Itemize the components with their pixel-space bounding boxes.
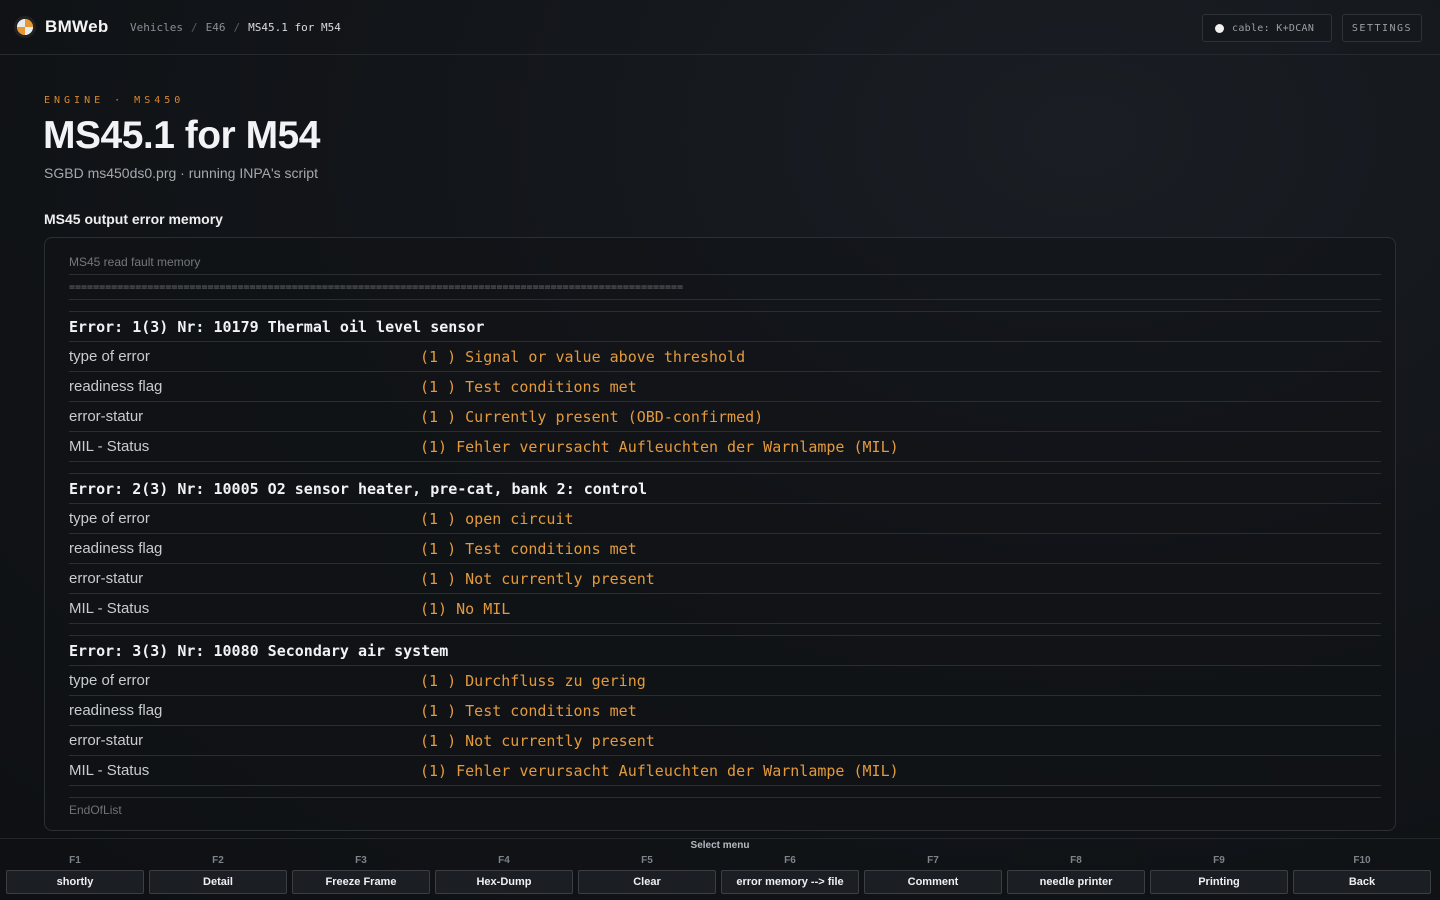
fkey-f10: F10 Back xyxy=(1293,855,1431,895)
field-key: error-statur xyxy=(69,732,144,749)
page-title: MS45.1 for M54 xyxy=(43,114,320,157)
error-memory-output: MS45 read fault memory =================… xyxy=(69,250,1381,823)
breadcrumb-separator: / xyxy=(233,21,241,34)
error-field-row: type of error (1 ) Signal or value above… xyxy=(69,342,1381,372)
field-key: error-statur xyxy=(69,408,144,425)
fkey-f5: F5 Clear xyxy=(578,855,716,895)
breadcrumb-item-e46[interactable]: E46 xyxy=(206,21,226,34)
field-value: (1 ) Durchfluss zu gering xyxy=(420,672,646,690)
cable-status-button[interactable]: cable: K+DCAN xyxy=(1202,14,1332,42)
fkey-f2: F2 Detail xyxy=(149,855,287,895)
error-field-row: error-statur (1 ) Currently present (OBD… xyxy=(69,402,1381,432)
output-gap xyxy=(69,786,1381,798)
fkeys-divider xyxy=(0,838,1440,839)
fkey-needle-printer-button[interactable]: needle printer xyxy=(1007,870,1145,894)
field-value: (1 ) open circuit xyxy=(420,510,574,528)
field-key: readiness flag xyxy=(69,378,163,395)
fkey-label: F3 xyxy=(355,855,367,866)
top-bar: BMWeb Vehicles / E46 / MS45.1 for M54 ca… xyxy=(0,0,1440,55)
fkey-error-memory-to-file-button[interactable]: error memory --> file xyxy=(721,870,859,894)
page-eyebrow: ENGINE · MS450 xyxy=(44,95,185,106)
fkey-detail-button[interactable]: Detail xyxy=(149,870,287,894)
field-key: MIL - Status xyxy=(69,762,150,779)
error-field-row: MIL - Status (1) No MIL xyxy=(69,594,1381,624)
output-header-line: MS45 read fault memory xyxy=(69,250,1381,275)
output-end-line: EndOfList xyxy=(69,803,122,817)
output-gap xyxy=(69,462,1381,474)
output-separator-line: ========================================… xyxy=(69,275,1381,300)
field-value: (1 ) Signal or value above threshold xyxy=(420,348,746,366)
cable-status-label: cable: K+DCAN xyxy=(1232,22,1315,34)
fkey-clear-button[interactable]: Clear xyxy=(578,870,716,894)
error-field-row: error-statur (1 ) Not currently present xyxy=(69,726,1381,756)
fkey-freeze-frame-button[interactable]: Freeze Frame xyxy=(292,870,430,894)
fkey-label: F4 xyxy=(498,855,510,866)
bmw-logo-icon[interactable] xyxy=(14,16,36,38)
fkey-comment-button[interactable]: Comment xyxy=(864,870,1002,894)
fkey-label: F10 xyxy=(1353,855,1371,866)
breadcrumb-item-vehicles[interactable]: Vehicles xyxy=(130,21,183,34)
error-field-row: readiness flag (1 ) Test conditions met xyxy=(69,372,1381,402)
field-key: type of error xyxy=(69,348,150,365)
error-field-row: MIL - Status (1) Fehler verursacht Aufle… xyxy=(69,756,1381,786)
connection-status-dot-icon xyxy=(1215,23,1224,33)
fkey-f9: F9 Printing xyxy=(1150,855,1288,895)
fkey-label: F6 xyxy=(784,855,796,866)
field-key: type of error xyxy=(69,510,150,527)
error-field-row: readiness flag (1 ) Test conditions met xyxy=(69,696,1381,726)
field-value: (1 ) Not currently present xyxy=(420,732,655,750)
field-key: type of error xyxy=(69,672,150,689)
field-value: (1) Fehler verursacht Aufleuchten der Wa… xyxy=(420,438,899,456)
app-name[interactable]: BMWeb xyxy=(45,17,109,37)
breadcrumb-item-current: MS45.1 for M54 xyxy=(248,21,341,34)
field-value: (1) Fehler verursacht Aufleuchten der Wa… xyxy=(420,762,899,780)
error-field-row: MIL - Status (1) Fehler verursacht Aufle… xyxy=(69,432,1381,462)
fkey-printing-button[interactable]: Printing xyxy=(1150,870,1288,894)
field-value: (1 ) Not currently present xyxy=(420,570,655,588)
error-field-row: error-statur (1 ) Not currently present xyxy=(69,564,1381,594)
fkey-label: F7 xyxy=(927,855,939,866)
field-value: (1 ) Test conditions met xyxy=(420,540,637,558)
output-gap xyxy=(69,300,1381,312)
fkey-shortly-button[interactable]: shortly xyxy=(6,870,144,894)
field-value: (1 ) Currently present (OBD-confirmed) xyxy=(420,408,764,426)
section-title: MS45 output error memory xyxy=(44,211,223,227)
field-key: MIL - Status xyxy=(69,438,150,455)
page-subtitle: SGBD ms450ds0.prg · running INPA's scrip… xyxy=(44,165,318,181)
error-field-row: type of error (1 ) open circuit xyxy=(69,504,1381,534)
field-key: readiness flag xyxy=(69,702,163,719)
breadcrumb: Vehicles / E46 / MS45.1 for M54 xyxy=(130,21,341,34)
fkey-f3: F3 Freeze Frame xyxy=(292,855,430,895)
field-key: readiness flag xyxy=(69,540,163,557)
fkey-f4: F4 Hex-Dump xyxy=(435,855,573,895)
fkeys-title: Select menu xyxy=(690,840,750,851)
field-value: (1) No MIL xyxy=(420,600,511,618)
error-heading: Error: 2(3) Nr: 10005 O2 sensor heater, … xyxy=(69,474,1381,504)
fkey-label: F1 xyxy=(69,855,81,866)
error-heading: Error: 1(3) Nr: 10179 Thermal oil level … xyxy=(69,312,1381,342)
fkey-f7: F7 Comment xyxy=(864,855,1002,895)
fkey-f8: F8 needle printer xyxy=(1007,855,1145,895)
settings-button[interactable]: SETTINGS xyxy=(1342,14,1422,42)
function-key-bar: F1 shortly F2 Detail F3 Freeze Frame F4 … xyxy=(6,855,1434,897)
error-memory-panel[interactable]: MS45 read fault memory =================… xyxy=(44,237,1396,831)
field-value: (1 ) Test conditions met xyxy=(420,702,637,720)
fkey-label: F9 xyxy=(1213,855,1225,866)
field-value: (1 ) Test conditions met xyxy=(420,378,637,396)
error-heading: Error: 3(3) Nr: 10080 Secondary air syst… xyxy=(69,636,1381,666)
field-key: MIL - Status xyxy=(69,600,150,617)
fkey-f1: F1 shortly xyxy=(6,855,144,895)
breadcrumb-separator: / xyxy=(190,21,198,34)
fkey-label: F2 xyxy=(212,855,224,866)
fkey-back-button[interactable]: Back xyxy=(1293,870,1431,894)
fkey-hex-dump-button[interactable]: Hex-Dump xyxy=(435,870,573,894)
output-gap xyxy=(69,624,1381,636)
fkey-label: F8 xyxy=(1070,855,1082,866)
field-key: error-statur xyxy=(69,570,144,587)
fkey-label: F5 xyxy=(641,855,653,866)
error-field-row: readiness flag (1 ) Test conditions met xyxy=(69,534,1381,564)
error-field-row: type of error (1 ) Durchfluss zu gering xyxy=(69,666,1381,696)
fkey-f6: F6 error memory --> file xyxy=(721,855,859,895)
